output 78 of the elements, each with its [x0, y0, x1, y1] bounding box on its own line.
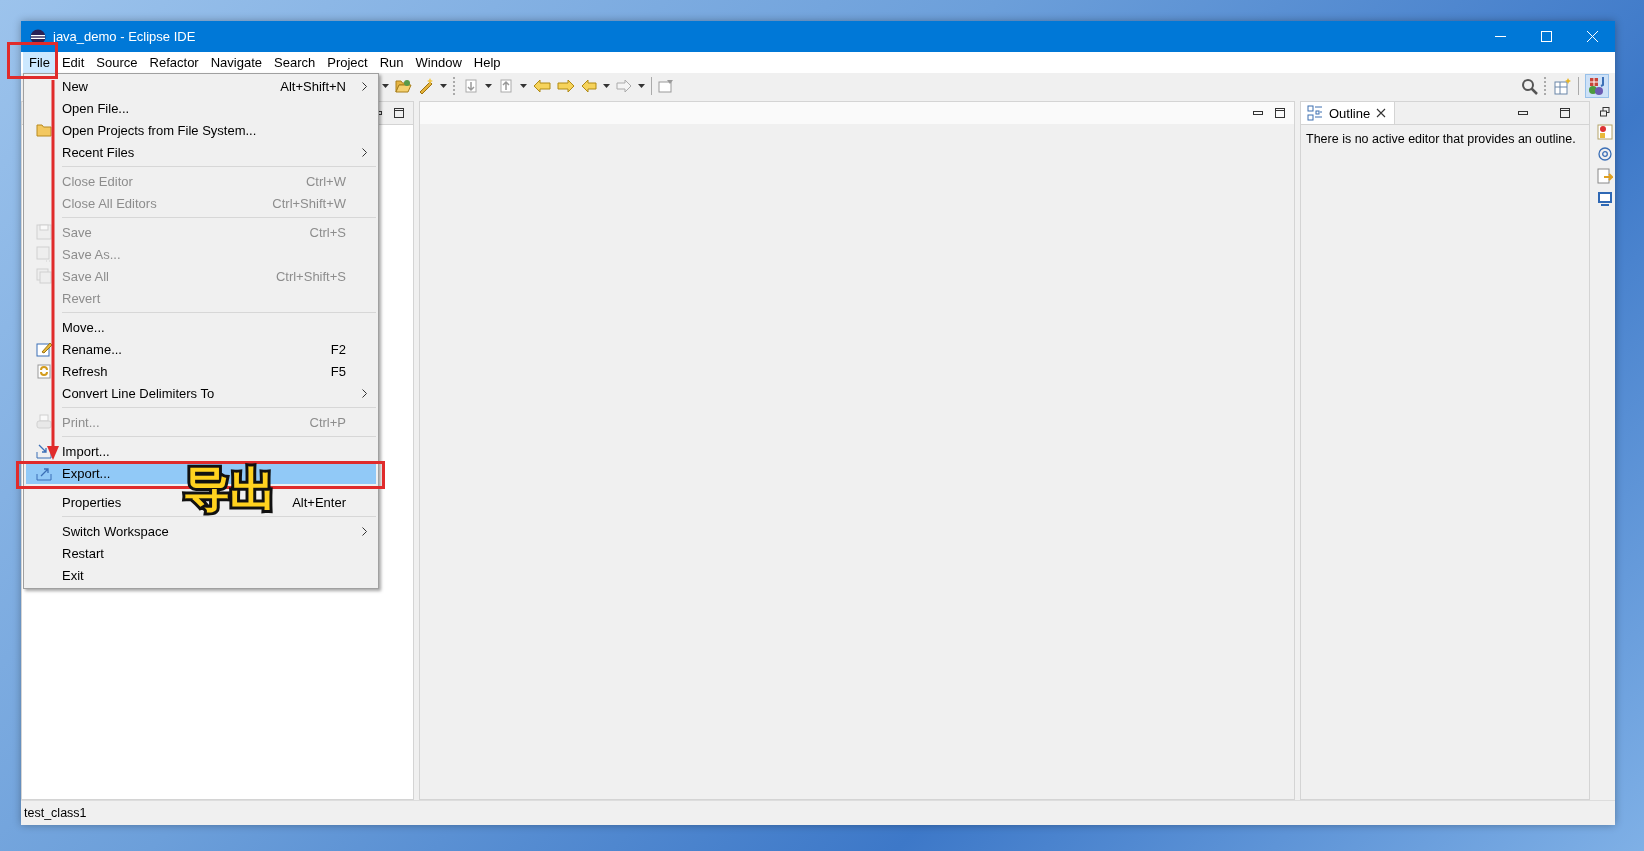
dropdown-caret-icon[interactable]: [485, 84, 492, 88]
shortcut-text: Ctrl+Shift+S: [275, 268, 347, 284]
menu-bar-item[interactable]: Search: [268, 52, 322, 73]
status-text: test_class1: [23, 806, 87, 820]
menu-bar-item[interactable]: File: [23, 52, 56, 73]
refresh-icon: [36, 363, 52, 379]
save-as-icon: [36, 246, 52, 262]
maximize-outline-icon[interactable]: [1559, 107, 1571, 119]
folder-icon: [36, 123, 52, 137]
maximize-icon: [1540, 31, 1552, 42]
shortcut-text: Ctrl+P: [309, 414, 347, 430]
maximize-editor-icon[interactable]: [1274, 107, 1286, 119]
menu-bar-item[interactable]: Navigate: [204, 52, 268, 73]
submenu-chevron-icon: [361, 388, 367, 398]
dropdown-caret-icon[interactable]: [440, 84, 447, 88]
import-icon: [36, 443, 52, 459]
submenu-chevron-icon: [361, 147, 367, 157]
menu-bar-item[interactable]: Project: [321, 52, 374, 73]
rename-icon: [36, 341, 52, 357]
previous-annotation-icon[interactable]: [498, 78, 514, 94]
menu-item[interactable]: Convert Line Delimiters To: [26, 382, 376, 404]
menu-bar-item[interactable]: Help: [467, 52, 507, 73]
menu-item[interactable]: Open Projects from File System...: [26, 119, 376, 141]
menu-item[interactable]: Open File...: [26, 97, 376, 119]
java-perspective-icon[interactable]: [1587, 76, 1607, 96]
dropdown-caret-icon[interactable]: [603, 84, 610, 88]
restore-icon[interactable]: [1600, 107, 1610, 117]
menu-bar-item[interactable]: Source: [90, 52, 144, 73]
menu-item[interactable]: Restart: [26, 542, 376, 564]
pin-editor-icon[interactable]: [658, 79, 674, 93]
problems-icon[interactable]: [1597, 124, 1613, 140]
maximize-view-icon[interactable]: [393, 107, 405, 119]
menu-item[interactable]: Refresh F5: [26, 360, 376, 382]
save-icon: [36, 224, 52, 240]
printer-icon: [36, 414, 52, 430]
submenu-chevron-icon: [361, 81, 367, 91]
dropdown-caret-icon[interactable]: [638, 84, 645, 88]
shortcut-text: Ctrl+S: [309, 224, 347, 240]
search-icon[interactable]: [1521, 77, 1538, 95]
menu-item[interactable]: New Alt+Shift+N: [26, 75, 376, 97]
open-perspective-icon[interactable]: [1554, 77, 1572, 95]
menu-item[interactable]: Exit: [26, 564, 376, 586]
open-folder-icon[interactable]: [395, 78, 412, 94]
menu-bar-item[interactable]: Refactor: [143, 52, 205, 73]
eclipse-logo-icon: [30, 28, 46, 45]
next-annotation-icon[interactable]: [463, 78, 479, 94]
minimize-icon: [1494, 35, 1506, 38]
menu-item[interactable]: Rename... F2: [26, 338, 376, 360]
window-title: java_demo - Eclipse IDE: [53, 29, 197, 44]
menu-item[interactable]: Move...: [26, 316, 376, 338]
shortcut-text: Alt+Enter: [292, 494, 347, 510]
menu-bar-item[interactable]: Window: [409, 52, 468, 73]
close-tab-icon[interactable]: [1376, 108, 1387, 118]
highlight-frame: [7, 42, 58, 79]
menu-bar-item[interactable]: Run: [373, 52, 410, 73]
export-icon: [36, 465, 52, 481]
shortcut-text: Alt+Shift+N: [280, 78, 347, 94]
save-all-icon: [36, 268, 52, 284]
last-edit-icon[interactable]: [533, 79, 551, 93]
outline-message: There is no active editor that provides an outline.: [1305, 131, 1577, 148]
shortcut-text: Ctrl+Shift+W: [272, 195, 347, 211]
shortcut-text: F5: [330, 363, 347, 379]
wand-icon[interactable]: [418, 78, 434, 94]
shortcut-text: F2: [330, 341, 347, 357]
outline-tab[interactable]: Outline: [1301, 102, 1396, 124]
dropdown-caret-icon[interactable]: [382, 84, 389, 88]
shortcut-text: Ctrl+W: [305, 173, 347, 189]
outline-icon: [1307, 105, 1323, 121]
menu-item[interactable]: Import...: [26, 440, 376, 462]
next-edit-icon[interactable]: [557, 79, 575, 93]
submenu-chevron-icon: [361, 526, 367, 536]
menu-bar-item[interactable]: Edit: [55, 52, 91, 73]
close-icon: [1586, 31, 1598, 42]
menu-item[interactable]: Switch Workspace: [26, 520, 376, 542]
console-icon[interactable]: [1597, 191, 1613, 207]
dropdown-caret-icon[interactable]: [520, 84, 527, 88]
back-arrow-icon[interactable]: [581, 79, 597, 93]
menu-item[interactable]: Recent Files: [26, 141, 376, 163]
